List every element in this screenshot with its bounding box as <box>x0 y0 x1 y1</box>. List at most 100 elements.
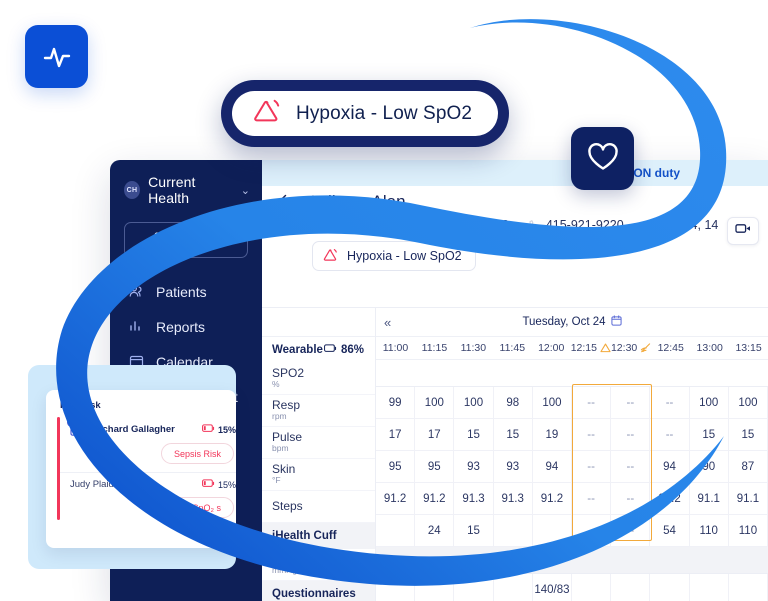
table-cell: -- <box>650 387 690 419</box>
patient-meta-value: 2993827666 <box>330 218 400 232</box>
calendar-icon <box>419 219 431 231</box>
table-cell: 15 <box>454 419 494 451</box>
table-cell <box>729 574 768 601</box>
table-cell <box>454 574 494 601</box>
time-label: 11:00 <box>382 342 409 354</box>
device-group-spacer <box>376 360 768 387</box>
device-group-name: Wearable <box>272 344 323 356</box>
vitals-row-labels: Wearable 86% SPO2% Resp rpm Pulse bpm Skin °F Ste… <box>262 308 376 601</box>
table-cell: -- <box>611 387 651 419</box>
table-cell: -- <box>572 483 612 515</box>
table-cell: 91.2 <box>650 483 690 515</box>
patient-name: Judy Plaidstow <box>70 479 134 490</box>
table-row: 91.2 91.2 91.3 91.3 91.2 -- -- 91.2 91.1 91.1 <box>376 483 768 515</box>
patient-meta-phone: 415-921-9220 <box>528 218 624 232</box>
table-cell <box>415 574 455 601</box>
content-area: You're ON duty Wilson, Alan 2993827666 J… <box>262 160 768 601</box>
table-cell <box>376 574 416 601</box>
table-row: 24 15 -- -- 54 110 110 <box>376 515 768 547</box>
patient-header: Wilson, Alan 2993827666 Jun 24, 1968 415… <box>262 186 768 271</box>
sidebar-item-label: Reports <box>156 318 206 335</box>
high-risk-title: High risk <box>60 400 101 411</box>
vital-name: BP <box>272 551 289 566</box>
chevron-down-icon[interactable]: ⌄ <box>241 184 250 197</box>
table-cell: 54 <box>650 515 690 547</box>
prev-page-button[interactable]: « <box>384 315 391 330</box>
vital-name: SPO2 <box>272 365 305 380</box>
time-column-header: 11:00 <box>376 342 415 354</box>
table-cell <box>572 574 612 601</box>
pulse-waveform-icon <box>40 40 74 74</box>
table-cell: -- <box>611 451 651 483</box>
diagnosis-chip[interactable]: Hypoxia - Low SpO2 <box>312 241 476 271</box>
table-row: 95 95 93 93 94 -- -- 94 90 87 <box>376 451 768 483</box>
video-call-button[interactable] <box>727 217 759 245</box>
vital-row-label: BP mmHg <box>262 549 375 581</box>
patient-meta-value: 415-921-9220 <box>545 218 624 232</box>
battery-value: 86% <box>340 344 364 356</box>
list-item[interactable]: 1 Richard Gallagher 15% Sepsis Risk <box>60 417 236 472</box>
vital-unit: rpm <box>272 411 287 422</box>
battery-status: 86% <box>324 344 364 356</box>
table-cell: -- <box>572 387 612 419</box>
time-label: 12:00 <box>538 342 565 354</box>
patient-meta: 2993827666 Jun 24, 1968 415-921-9220 Oct… <box>312 218 768 232</box>
phone-icon <box>528 219 540 231</box>
time-column-header: 13:15 <box>729 342 768 354</box>
table-cell: 17 <box>415 419 455 451</box>
list-item[interactable]: Judy Plaidstow 15% Low SpO₂ s <box>60 472 236 526</box>
table-cell: 24 <box>415 515 455 547</box>
table-row: 17 17 15 15 19 -- -- -- 15 15 <box>376 419 768 451</box>
vital-row-label: Skin °F <box>262 459 375 491</box>
time-column-header: 13:00 <box>690 342 729 354</box>
alert-triangle-icon <box>323 248 338 265</box>
time-label: 11:30 <box>460 342 487 354</box>
date-picker[interactable]: Tuesday, Oct 24 <box>522 315 622 329</box>
admit-button-label: Admit <box>180 232 219 248</box>
table-cell: 91.1 <box>689 483 729 515</box>
patient-meta-value: Oct 24, 14 <box>660 218 719 232</box>
alert-pill-label: Hypoxia - Low SpO2 <box>296 102 473 124</box>
table-cell <box>493 515 533 547</box>
envelope-icon: 1 <box>67 418 86 436</box>
vital-unit: % <box>272 379 280 390</box>
video-camera-icon <box>734 222 752 240</box>
table-cell: 100 <box>454 387 494 419</box>
time-column-header: 12:45 <box>651 342 690 354</box>
vital-row-label: Pulse bpm <box>262 427 375 459</box>
table-cell: 98 <box>493 387 533 419</box>
table-cell: 17 <box>376 419 416 451</box>
table-cell: 15 <box>493 419 533 451</box>
table-cell <box>494 574 533 601</box>
table-cell: 91.2 <box>376 483 416 515</box>
sidebar-item-reports[interactable]: Reports <box>110 309 262 344</box>
time-label: 11:45 <box>499 342 526 354</box>
org-switcher[interactable]: CH Current Health ⌄ <box>110 160 262 206</box>
table-cell: -- <box>572 515 612 547</box>
table-cell: 91.3 <box>454 483 494 515</box>
person-icon <box>312 219 324 231</box>
admit-button[interactable]: Admit <box>124 222 248 258</box>
table-cell <box>611 574 651 601</box>
table-cell: -- <box>611 483 651 515</box>
floating-alert-pill[interactable]: Hypoxia - Low SpO2 <box>221 80 510 147</box>
patient-meta-admitted: Oct 24, 14 <box>643 218 719 232</box>
table-cell: 91.2 <box>415 483 455 515</box>
sidebar-item-patients[interactable]: Patients <box>110 274 262 309</box>
table-cell: 91.3 <box>493 483 533 515</box>
risk-chip[interactable]: Low SpO₂ s <box>160 497 234 518</box>
table-cell: 15 <box>454 515 494 547</box>
risk-chip[interactable]: Sepsis Risk <box>160 443 234 464</box>
patient-meta-mrn: 2993827666 <box>312 218 400 232</box>
table-cell: -- <box>572 451 612 483</box>
back-arrow-icon[interactable] <box>278 193 297 212</box>
patient-meta-value: Jun 24, 1968 <box>436 218 509 232</box>
heart-icon <box>586 141 620 177</box>
battery-status: 15% <box>202 479 236 490</box>
screenshot-stage: CH Current Health ⌄ Admit Patients Repor… <box>0 0 768 601</box>
vital-name: Skin <box>272 461 296 476</box>
vitals-table: Wearable 86% SPO2% Resp rpm Pulse bpm Skin °F Ste… <box>262 307 768 601</box>
table-cell: 94 <box>650 451 690 483</box>
plus-square-icon <box>154 232 167 248</box>
battery-icon <box>324 344 337 356</box>
